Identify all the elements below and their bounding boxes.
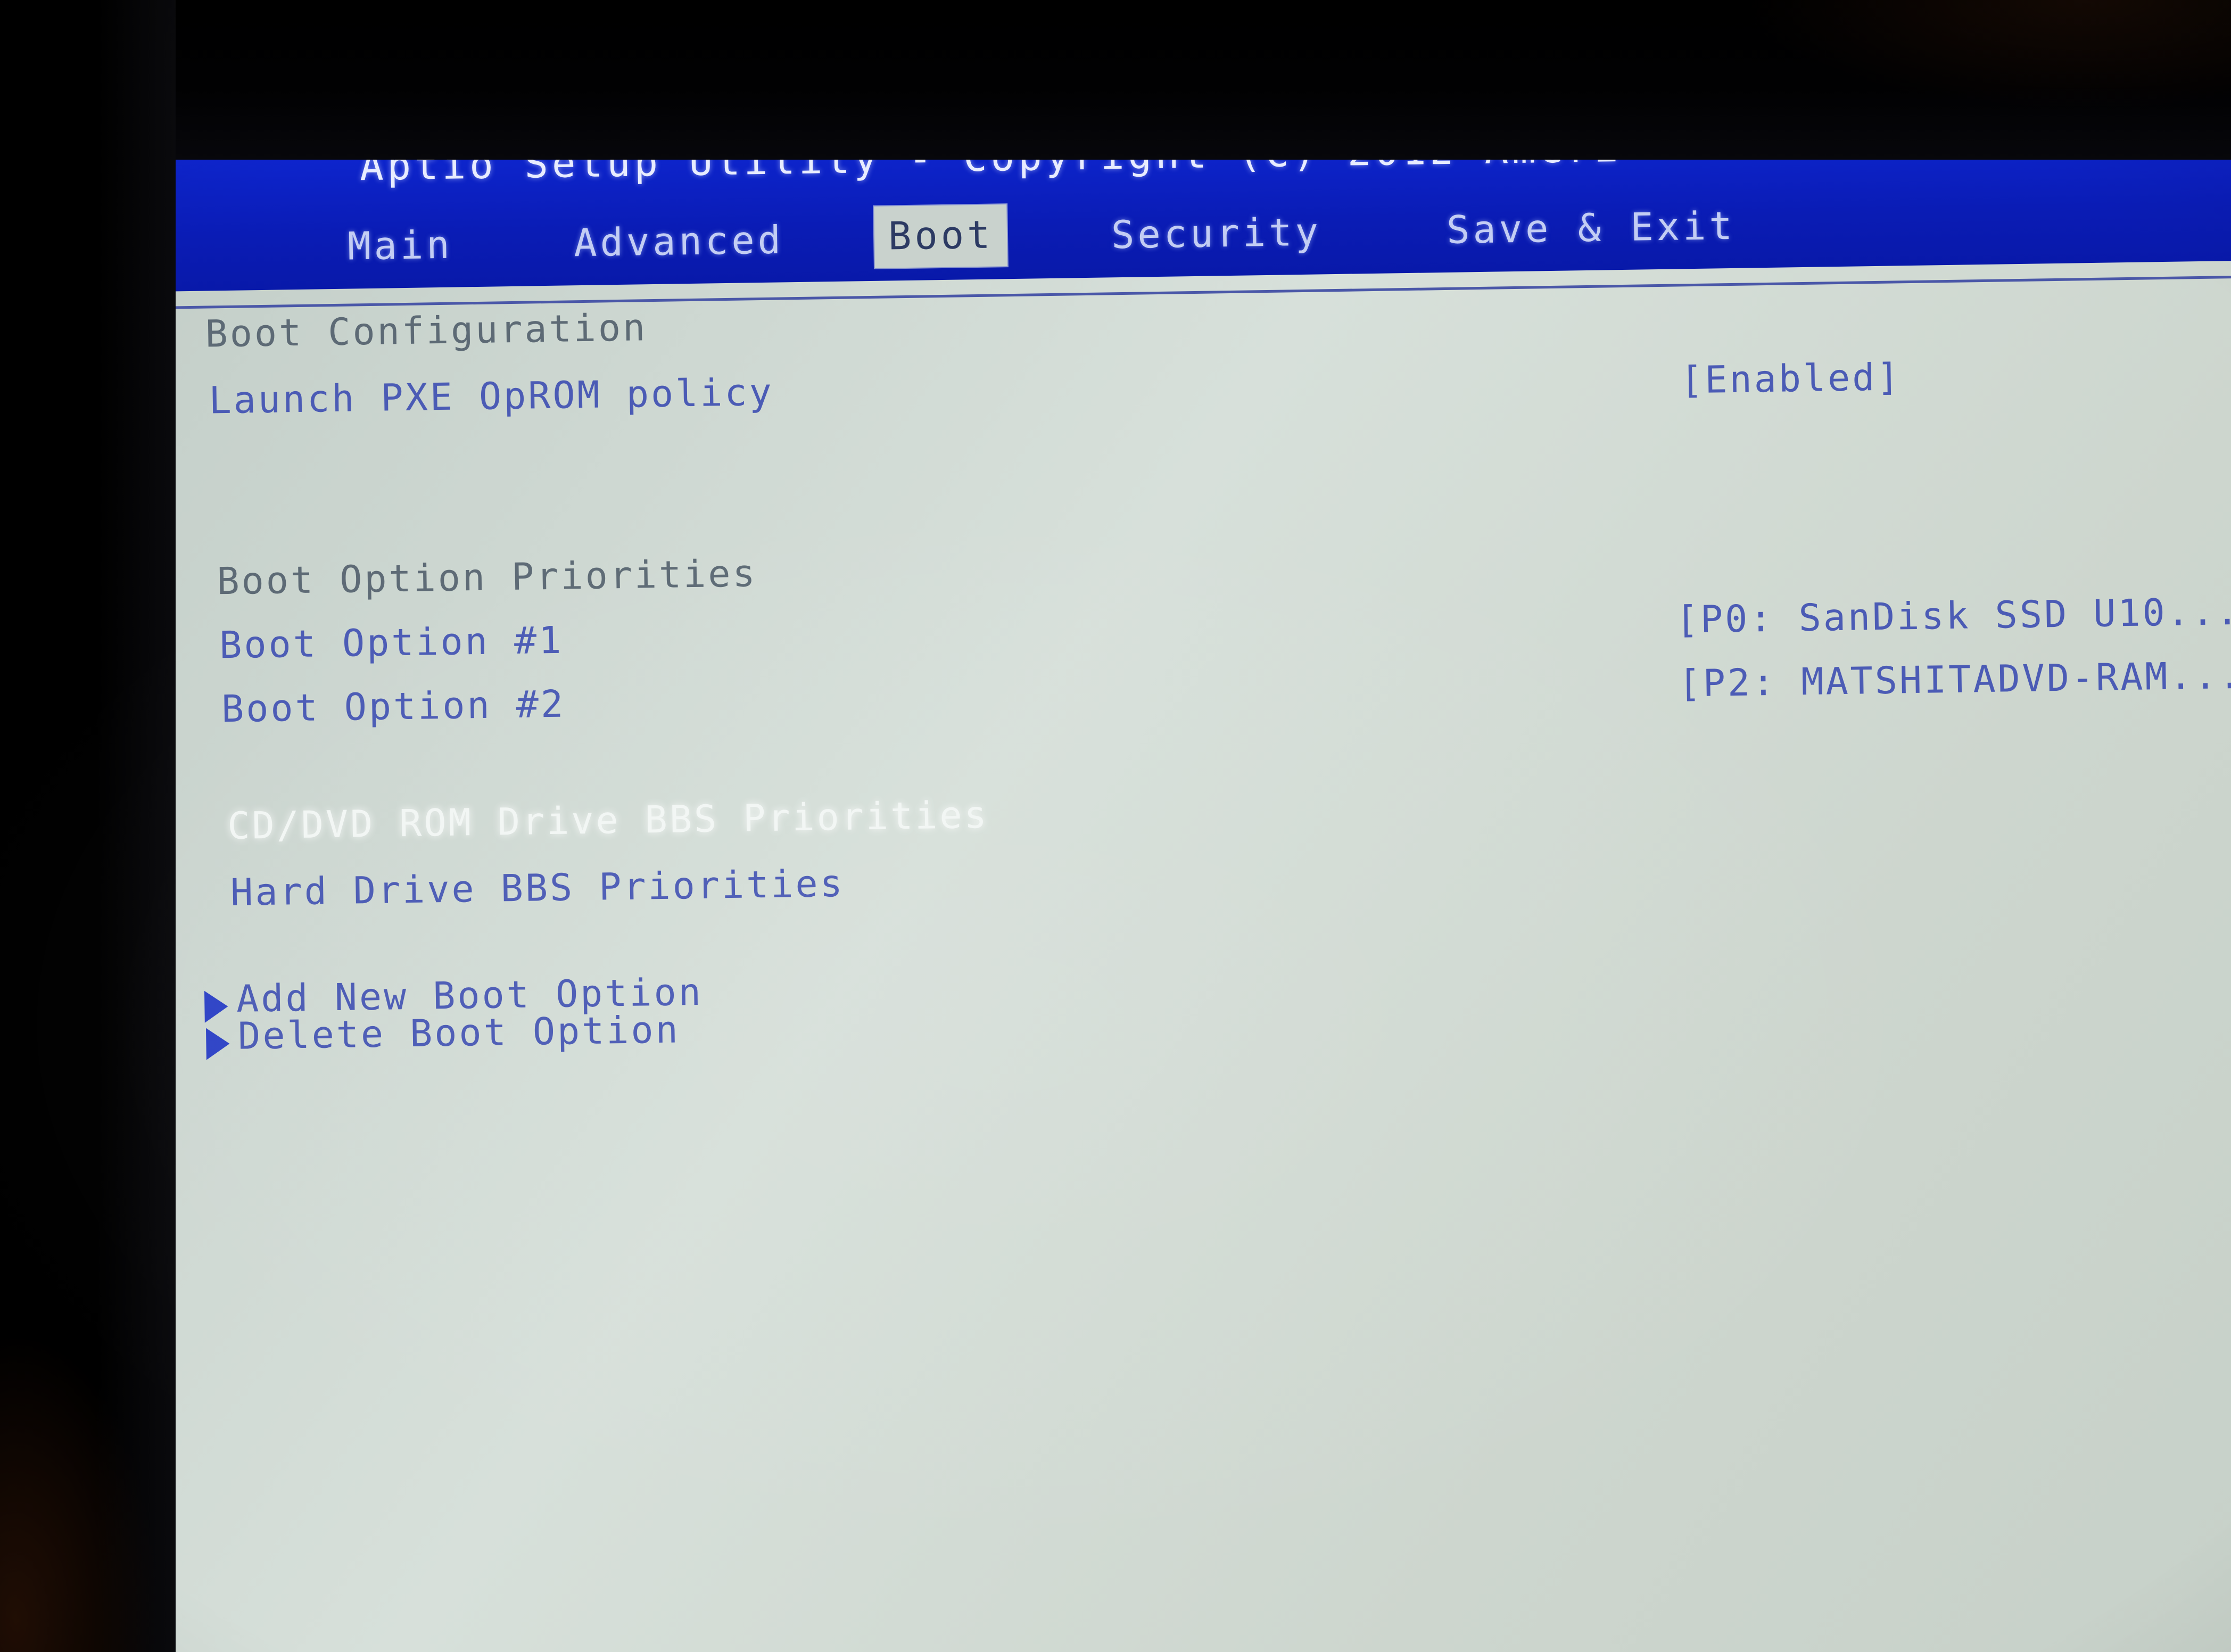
row-value-boot-option-2[interactable]: [P2: MATSHITADVD-RAM...] bbox=[1678, 653, 2231, 705]
section-heading-boot-configuration: Boot Configuration bbox=[205, 305, 648, 356]
tab-security[interactable]: Security bbox=[1111, 205, 1321, 261]
page-title: Aptio Setup Utility - Copyright (C) 2012… bbox=[359, 125, 1622, 190]
row-label-launch-pxe-oprom-policy[interactable]: Launch PXE OpROM policy bbox=[209, 370, 774, 423]
tab-advanced[interactable]: Advanced bbox=[573, 213, 784, 269]
panel-border bbox=[136, 275, 2231, 1652]
row-label-boot-option-1[interactable]: Boot Option #1 bbox=[219, 618, 564, 667]
tab-boot[interactable]: Boot bbox=[874, 204, 1008, 268]
section-heading-boot-option-priorities: Boot Option Priorities bbox=[216, 551, 758, 604]
triangle-right-icon bbox=[204, 990, 228, 1023]
tab-main[interactable]: Main bbox=[347, 218, 453, 273]
row-value-launch-pxe-oprom-policy[interactable]: [Enabled] bbox=[1680, 355, 1902, 402]
bezel-corner-glow bbox=[1752, 0, 2231, 106]
content-panel: F F E Boot Configuration Launch PXE OpRO… bbox=[119, 260, 2231, 1652]
row-label-hard-drive-bbs-priorities[interactable]: Hard Drive BBS Priorities bbox=[230, 862, 845, 914]
row-label-delete-boot-option[interactable]: Delete Boot Option bbox=[238, 1007, 681, 1058]
row-value-boot-option-1[interactable]: [P0: SanDisk SSD U10...] bbox=[1675, 589, 2231, 641]
bios-screen: Aptio Setup Utility - Copyright (C) 2012… bbox=[80, 100, 2231, 1652]
screen-photo: Aptio Setup Utility - Copyright (C) 2012… bbox=[0, 0, 2231, 1652]
row-label-boot-option-2[interactable]: Boot Option #2 bbox=[221, 682, 565, 731]
tab-save-exit[interactable]: Save & Exit bbox=[1446, 199, 1736, 257]
triangle-right-icon bbox=[205, 1028, 230, 1060]
